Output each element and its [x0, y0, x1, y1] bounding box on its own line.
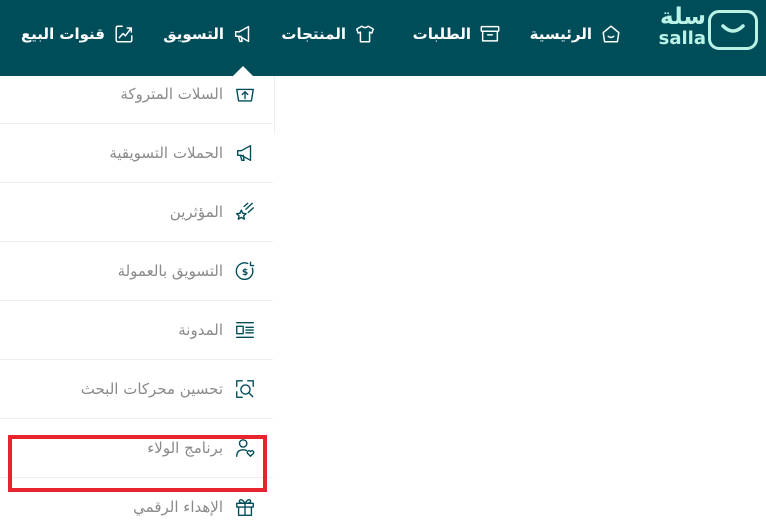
sales-channels-icon	[112, 22, 136, 46]
nav-item-marketing[interactable]: التسويق	[163, 20, 255, 48]
nav-item-label: التسويق	[163, 25, 224, 43]
menu-item-digital-gifting[interactable]: الإهداء الرقمي	[0, 478, 273, 527]
menu-item-label: الحملات التسويقية	[109, 144, 223, 162]
menu-item-influencers[interactable]: المؤثرين	[0, 183, 273, 242]
affiliate-coin-icon: $	[233, 259, 257, 283]
menu-item-label: تحسين محركات البحث	[80, 380, 223, 398]
loyalty-user-heart-icon	[233, 436, 257, 460]
tshirt-icon	[353, 22, 377, 46]
shooting-star-icon	[233, 200, 257, 224]
logo-text-english: salla	[658, 28, 706, 49]
menu-item-label: الإهداء الرقمي	[133, 498, 223, 516]
abandoned-cart-icon	[233, 82, 257, 106]
divider	[274, 76, 275, 134]
marketing-dropdown-menu: السلات المتروكة الحملات التسويقية المؤثر…	[0, 76, 273, 527]
nav-item-label: المنتجات	[281, 25, 346, 43]
menu-item-abandoned-carts[interactable]: السلات المتروكة	[0, 76, 273, 124]
salla-bag-logo-icon	[708, 10, 758, 50]
nav-item-products[interactable]: المنتجات	[281, 20, 377, 48]
gift-icon	[233, 495, 257, 519]
menu-item-label: المؤثرين	[169, 203, 223, 221]
nav-item-home[interactable]: الرئيسية	[530, 20, 623, 48]
menu-item-label: المدونة	[178, 321, 223, 339]
svg-text:$: $	[242, 267, 248, 278]
menu-item-loyalty-program[interactable]: برنامج الولاء	[0, 419, 273, 478]
megaphone-icon	[231, 22, 255, 46]
home-icon	[599, 22, 623, 46]
menu-item-label: برنامج الولاء	[147, 439, 223, 457]
menu-item-label: السلات المتروكة	[120, 85, 223, 103]
menu-item-affiliate-marketing[interactable]: $ التسويق بالعمولة	[0, 242, 273, 301]
logo-text-arabic: سلة	[660, 4, 706, 30]
salla-logo[interactable]: سلة salla	[656, 4, 760, 52]
seo-search-icon	[233, 377, 257, 401]
menu-item-marketing-campaigns[interactable]: الحملات التسويقية	[0, 124, 273, 183]
menu-item-blog[interactable]: المدونة	[0, 301, 273, 360]
top-navigation-bar: سلة salla الرئيسية الطلبات المنتجات التس…	[0, 0, 766, 77]
menu-item-label: التسويق بالعمولة	[117, 262, 223, 280]
megaphone-icon	[233, 141, 257, 165]
nav-item-orders[interactable]: الطلبات	[413, 20, 502, 48]
nav-item-label: الطلبات	[412, 25, 471, 43]
nav-item-label: قنوات البيع	[20, 25, 105, 43]
nav-item-sales-channels[interactable]: قنوات البيع	[21, 20, 136, 48]
orders-box-icon	[478, 22, 502, 46]
nav-item-label: الرئيسية	[529, 25, 592, 43]
menu-item-seo[interactable]: تحسين محركات البحث	[0, 360, 273, 419]
blog-icon	[233, 318, 257, 342]
